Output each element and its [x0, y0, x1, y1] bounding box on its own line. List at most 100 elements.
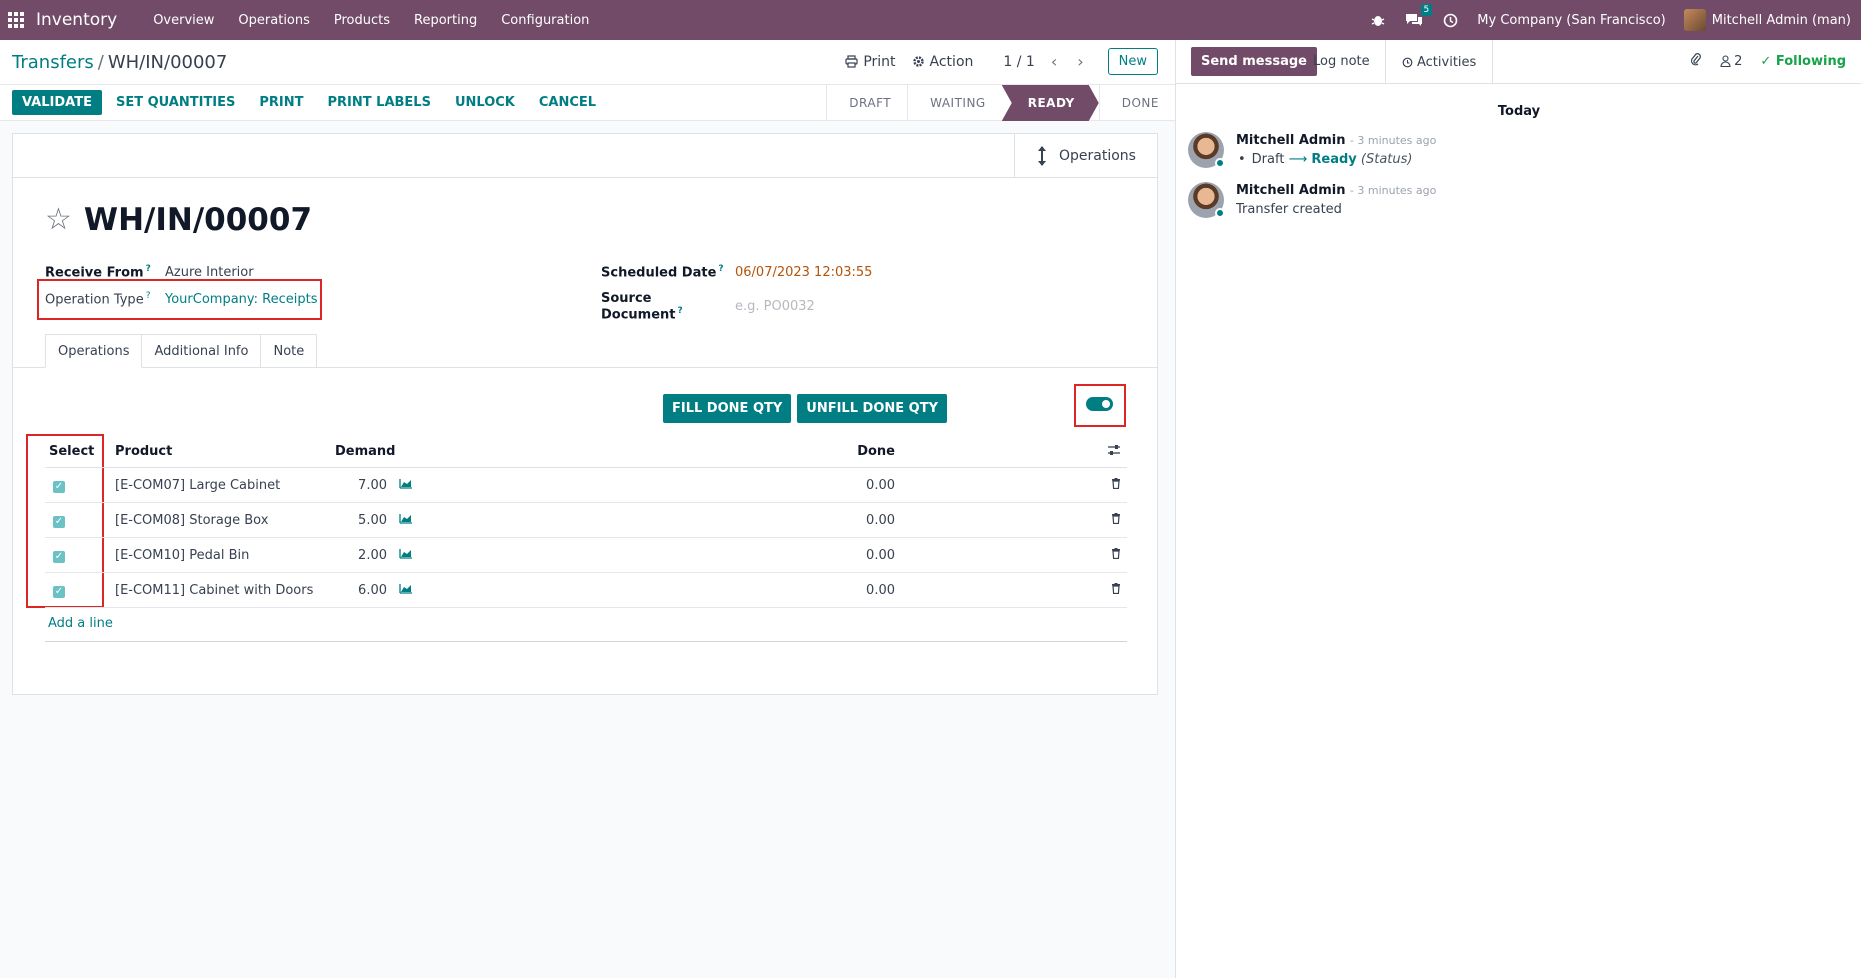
- area-chart-icon[interactable]: [387, 548, 435, 563]
- user-menu[interactable]: Mitchell Admin (man): [1683, 9, 1851, 31]
- optional-columns-icon[interactable]: [895, 444, 1127, 460]
- stage-waiting[interactable]: WAITING: [907, 85, 1002, 121]
- message-author[interactable]: Mitchell Admin: [1236, 133, 1345, 148]
- source-document-label: Source Document?: [601, 291, 683, 323]
- chat-icon[interactable]: 5: [1405, 4, 1433, 29]
- area-chart-icon[interactable]: [387, 583, 435, 598]
- operation-type-label: Operation Type?: [45, 291, 151, 308]
- cancel-button[interactable]: CANCEL: [529, 90, 606, 115]
- main-menu: Overview Operations Products Reporting C…: [141, 13, 601, 28]
- row-done[interactable]: 0.00: [435, 583, 895, 598]
- source-document-input[interactable]: e.g. PO0032: [735, 299, 815, 314]
- source-document-field: Source Document? e.g. PO0032: [601, 291, 815, 322]
- stage-done[interactable]: DONE: [1098, 85, 1175, 121]
- author-avatar[interactable]: [1188, 182, 1225, 218]
- area-chart-icon[interactable]: [387, 513, 435, 528]
- tab-additional-info[interactable]: Additional Info: [141, 334, 262, 368]
- tab-note[interactable]: Note: [260, 334, 318, 368]
- row-done[interactable]: 0.00: [435, 478, 895, 493]
- row-done[interactable]: 0.00: [435, 548, 895, 563]
- following-button[interactable]: ✓ Following: [1760, 54, 1846, 69]
- row-done[interactable]: 0.00: [435, 513, 895, 528]
- trash-icon[interactable]: [895, 582, 1127, 598]
- operations-table: Select Product Demand Done ✓ [E-COM07] L…: [45, 436, 1127, 642]
- trash-icon[interactable]: [895, 512, 1127, 528]
- clock-small-icon: [1402, 57, 1413, 67]
- receive-from-value[interactable]: Azure Interior: [165, 265, 254, 280]
- activities-button[interactable]: Activities: [1385, 40, 1494, 84]
- operation-type-value[interactable]: YourCompany: Receipts: [165, 292, 318, 307]
- tab-operations[interactable]: Operations: [45, 334, 143, 368]
- action-button[interactable]: Action: [910, 50, 976, 74]
- print-header-button[interactable]: PRINT: [249, 90, 313, 115]
- company-switcher[interactable]: My Company (San Francisco): [1477, 13, 1665, 28]
- log-note-button[interactable]: Log note: [1313, 54, 1370, 69]
- pager-value[interactable]: 1 / 1: [1003, 54, 1034, 70]
- followers-button[interactable]: 2: [1720, 54, 1742, 69]
- author-avatar[interactable]: [1188, 132, 1225, 168]
- row-checkbox[interactable]: ✓: [53, 585, 65, 598]
- trash-icon[interactable]: [895, 477, 1127, 493]
- new-button[interactable]: New: [1107, 48, 1158, 75]
- row-product[interactable]: [E-COM07] Large Cabinet: [115, 478, 335, 493]
- row-demand[interactable]: 7.00: [335, 478, 387, 493]
- menu-products[interactable]: Products: [322, 13, 402, 28]
- app-title[interactable]: Inventory: [36, 10, 117, 30]
- row-demand[interactable]: 2.00: [335, 548, 387, 563]
- header-product[interactable]: Product: [115, 444, 335, 459]
- menu-configuration[interactable]: Configuration: [489, 13, 601, 28]
- row-demand[interactable]: 5.00: [335, 513, 387, 528]
- user-name: Mitchell Admin (man): [1711, 12, 1851, 28]
- print-button[interactable]: Print: [843, 50, 897, 74]
- bug-icon[interactable]: [1369, 11, 1387, 29]
- message-author[interactable]: Mitchell Admin: [1236, 183, 1345, 198]
- status-bar: VALIDATE SET QUANTITIES PRINT PRINT LABE…: [0, 85, 1175, 121]
- row-demand[interactable]: 6.00: [335, 583, 387, 598]
- row-product[interactable]: [E-COM11] Cabinet with Doors: [115, 583, 335, 598]
- row-checkbox[interactable]: ✓: [53, 550, 65, 563]
- breadcrumb-transfers[interactable]: Transfers: [12, 52, 94, 73]
- send-message-button[interactable]: Send message: [1191, 47, 1317, 76]
- unfill-done-qty-button[interactable]: UNFILL DONE QTY: [797, 394, 947, 423]
- chevron-left-icon[interactable]: ‹: [1047, 52, 1061, 71]
- row-checkbox[interactable]: ✓: [53, 515, 65, 528]
- table-row[interactable]: ✓ [E-COM11] Cabinet with Doors 6.00 0.00: [45, 573, 1127, 608]
- print-labels-button[interactable]: PRINT LABELS: [318, 90, 441, 115]
- paperclip-icon[interactable]: [1690, 52, 1702, 70]
- control-panel: Transfers / WH/IN/00007 Print Action 1 / 1…: [0, 40, 1175, 85]
- fill-done-qty-button[interactable]: FILL DONE QTY: [663, 394, 792, 423]
- apps-grid-icon[interactable]: [8, 12, 24, 28]
- chatter-panel: Send message Log note Activities 2 ✓ Fol…: [1175, 40, 1861, 978]
- table-row[interactable]: ✓ [E-COM07] Large Cabinet 7.00 0.00: [45, 468, 1127, 503]
- header-demand[interactable]: Demand: [335, 444, 396, 459]
- title-row: ☆ WH/IN/00007: [45, 202, 312, 238]
- date-separator: Today: [1497, 104, 1541, 119]
- header-done[interactable]: Done: [435, 444, 895, 459]
- stage-ready[interactable]: READY: [1002, 85, 1099, 121]
- row-checkbox[interactable]: ✓: [53, 480, 65, 493]
- scheduled-date-value[interactable]: 06/07/2023 12:03:55: [735, 265, 872, 280]
- operations-smart-button[interactable]: Operations: [1014, 134, 1157, 178]
- table-row[interactable]: ✓ [E-COM10] Pedal Bin 2.00 0.00: [45, 538, 1127, 573]
- set-quantities-button[interactable]: SET QUANTITIES: [106, 90, 245, 115]
- menu-reporting[interactable]: Reporting: [402, 13, 489, 28]
- clock-icon[interactable]: [1441, 11, 1459, 29]
- trash-icon[interactable]: [895, 547, 1127, 563]
- menu-operations[interactable]: Operations: [226, 13, 321, 28]
- row-product[interactable]: [E-COM10] Pedal Bin: [115, 548, 335, 563]
- header-select[interactable]: Select: [45, 444, 115, 459]
- select-toggle[interactable]: [1086, 397, 1113, 411]
- menu-overview[interactable]: Overview: [141, 13, 226, 28]
- chevron-right-icon[interactable]: ›: [1073, 52, 1087, 71]
- add-line-link[interactable]: Add a line: [45, 608, 1127, 642]
- table-row[interactable]: ✓ [E-COM08] Storage Box 5.00 0.00: [45, 503, 1127, 538]
- row-product[interactable]: [E-COM08] Storage Box: [115, 513, 335, 528]
- breadcrumb-separator: /: [97, 52, 104, 73]
- star-icon[interactable]: ☆: [45, 205, 72, 235]
- breadcrumb-current: WH/IN/00007: [107, 52, 228, 73]
- stage-draft[interactable]: DRAFT: [826, 85, 907, 121]
- area-chart-icon[interactable]: [387, 478, 435, 493]
- unlock-button[interactable]: UNLOCK: [445, 90, 525, 115]
- validate-button[interactable]: VALIDATE: [12, 90, 102, 115]
- stage-pipeline: DRAFT WAITING READY DONE: [826, 85, 1175, 121]
